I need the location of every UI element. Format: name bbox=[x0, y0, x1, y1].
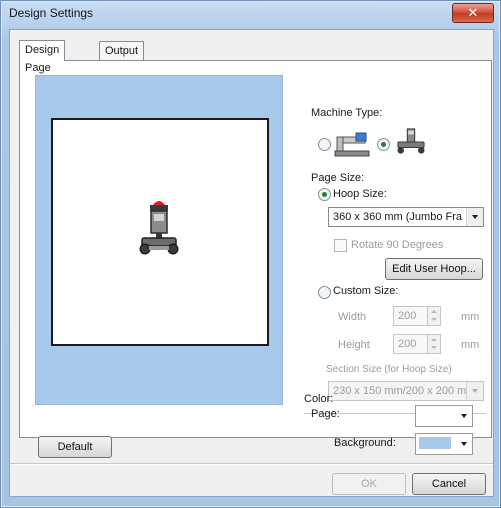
hoop-size-label: Hoop Size: bbox=[333, 188, 387, 200]
custom-size-label: Custom Size: bbox=[333, 285, 399, 297]
close-button[interactable]: ✕ bbox=[452, 3, 494, 23]
hoop-size-value: 360 x 360 mm (Jumbo Fra bbox=[333, 211, 462, 223]
custom-size-radio[interactable] bbox=[318, 286, 331, 299]
rotate-90-checkbox[interactable] bbox=[334, 239, 347, 252]
sewing-machine-icon[interactable] bbox=[334, 129, 370, 157]
ok-button[interactable]: OK bbox=[332, 473, 406, 495]
chevron-down-icon bbox=[466, 208, 483, 226]
edit-user-hoop-button[interactable]: Edit User Hoop... bbox=[385, 258, 483, 280]
chevron-down-icon bbox=[466, 382, 483, 400]
title-bar[interactable]: Design Settings ✕ bbox=[1, 1, 500, 29]
height-unit: mm bbox=[461, 339, 480, 351]
design-settings-dialog: Design Settings ✕ Design Page Output Mac… bbox=[0, 0, 501, 508]
chevron-down-icon bbox=[461, 442, 467, 446]
color-label: Color: bbox=[304, 393, 334, 405]
machine-type-embroidery-radio[interactable] bbox=[377, 138, 390, 151]
preview-panel bbox=[35, 75, 283, 405]
width-spinner[interactable] bbox=[427, 306, 441, 326]
machine-type-label: Machine Type: bbox=[311, 107, 383, 119]
cancel-button[interactable]: Cancel bbox=[412, 473, 486, 495]
height-spinner[interactable] bbox=[427, 334, 441, 354]
chevron-down-icon bbox=[461, 414, 467, 418]
section-size-value: 230 x 150 mm/200 x 200 m bbox=[333, 385, 467, 397]
page-size-label: Page Size: bbox=[311, 172, 365, 184]
page-color-picker[interactable] bbox=[415, 405, 473, 427]
machine-type-sewing-radio[interactable] bbox=[318, 138, 331, 151]
tab-design-page[interactable]: Design Page bbox=[19, 40, 66, 74]
page-color-fill bbox=[419, 409, 451, 421]
background-color-fill bbox=[419, 437, 451, 449]
hoop-size-select[interactable]: 360 x 360 mm (Jumbo Fra bbox=[328, 207, 484, 227]
background-color-label: Background: bbox=[334, 437, 396, 449]
tab-page-design-page: Machine Type: Page Size: Hoop Size: 360 … bbox=[19, 60, 492, 438]
width-unit: mm bbox=[461, 311, 480, 323]
section-size-label: Section Size (for Hoop Size) bbox=[326, 364, 452, 375]
height-input[interactable]: 200 bbox=[393, 334, 429, 354]
embroidery-machine-preview-icon bbox=[139, 201, 179, 255]
design-page-preview bbox=[51, 118, 269, 346]
window-title: Design Settings bbox=[9, 6, 94, 20]
page-color-label: Page: bbox=[311, 408, 340, 420]
background-color-picker[interactable] bbox=[415, 433, 473, 455]
hoop-size-radio[interactable] bbox=[318, 188, 331, 201]
section-size-select[interactable]: 230 x 150 mm/200 x 200 m bbox=[328, 381, 484, 401]
default-button[interactable]: Default bbox=[38, 436, 112, 458]
tab-output[interactable]: Output bbox=[99, 41, 145, 60]
rotate-90-label: Rotate 90 Degrees bbox=[351, 239, 444, 251]
dialog-client-area: Design Page Output Machine Type: Page Si… bbox=[9, 29, 494, 497]
embroidery-machine-icon[interactable] bbox=[393, 127, 429, 155]
button-bar-divider bbox=[10, 463, 493, 465]
width-input[interactable]: 200 bbox=[393, 306, 429, 326]
width-label: Width bbox=[338, 311, 367, 323]
height-label: Height bbox=[338, 339, 370, 351]
